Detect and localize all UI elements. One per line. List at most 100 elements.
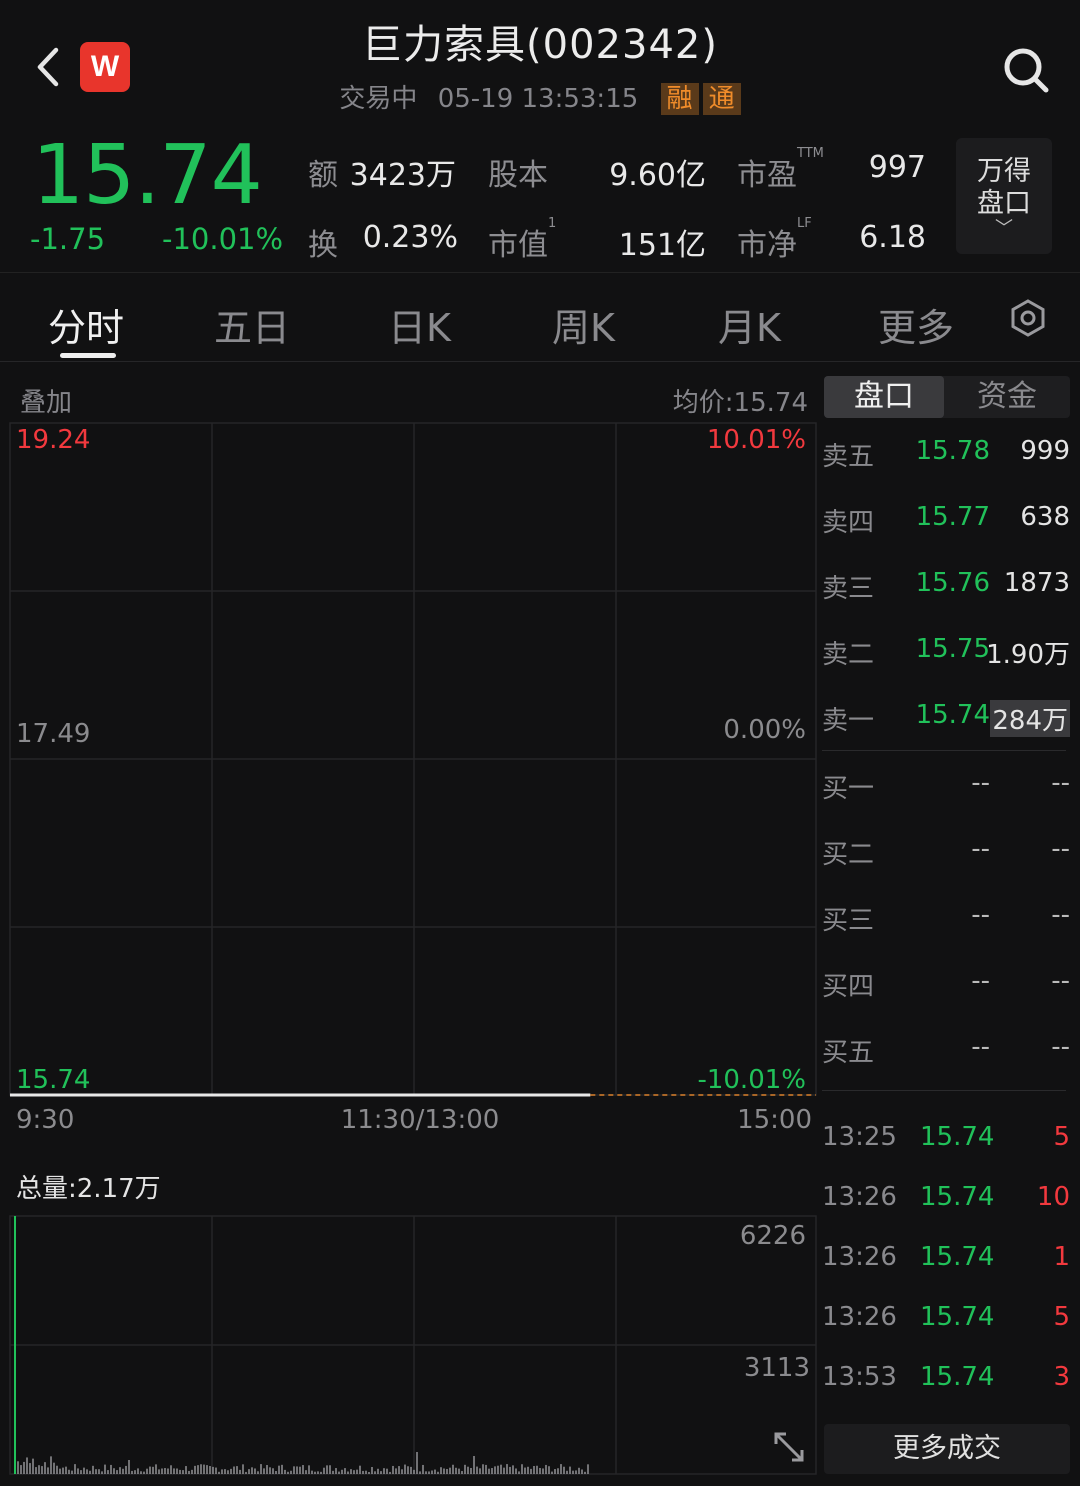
ask-row: 卖四 15.77 638 [822, 502, 1072, 542]
ask-volume: 638 [1020, 502, 1070, 532]
turnover-value: 0.23% [362, 220, 458, 255]
pb-label: 市净LF [737, 216, 812, 263]
tab-capital-flow[interactable]: 资金 [944, 376, 1070, 418]
bid-price: -- [971, 1032, 990, 1062]
ask-volume: 999 [1020, 436, 1070, 466]
expand-icon[interactable] [772, 1430, 806, 1464]
ask-price: 15.76 [915, 568, 990, 598]
bid-row: 买一 -- -- [822, 768, 1072, 808]
stock-title: 巨力索具(002342) [362, 22, 718, 68]
chart-tabs: 分时 五日 日K 周K 月K 更多 [0, 272, 1080, 362]
ask-row: 卖三 15.76 1873 [822, 568, 1072, 608]
tab-monthly-k[interactable]: 月K [718, 297, 781, 352]
pe-label: 市盈TTM [737, 146, 824, 193]
wind-orderbook-button[interactable]: 万得盘口 ﹀ [956, 138, 1052, 254]
tab-orderbook[interactable]: 盘口 [824, 376, 944, 418]
trading-status-row: 交易中 05-19 13:53:15 融通 [0, 78, 1080, 115]
active-tab-indicator [60, 353, 116, 358]
trading-datetime: 05-19 13:53:15 [437, 84, 639, 114]
turnover-label: 换 [308, 228, 338, 263]
intraday-chart[interactable]: 19.24 17.49 15.74 10.01% 0.00% -10.01% 9… [0, 420, 820, 1480]
pct-axis-bottom-label: -10.01% [697, 1065, 806, 1095]
trade-price: 15.74 [920, 1242, 995, 1272]
tab-five-day[interactable]: 五日 [214, 297, 290, 352]
overlay-button[interactable]: 叠加 [20, 382, 72, 419]
ask-price: 15.75 [915, 634, 990, 664]
total-volume-label: 总量:2.17万 [16, 1174, 161, 1204]
ask-price: 15.78 [915, 436, 990, 466]
bid-volume: -- [1051, 768, 1070, 798]
trade-volume: 5 [1053, 1122, 1070, 1152]
connect-tag: 通 [702, 83, 741, 115]
shares-label: 股本 [488, 158, 548, 193]
search-icon[interactable] [1000, 44, 1052, 96]
bid-row: 买五 -- -- [822, 1032, 1072, 1072]
tab-intraday[interactable]: 分时 [48, 297, 124, 352]
bid-label: 买二 [822, 840, 875, 870]
trade-volume: 10 [1036, 1182, 1070, 1212]
ask-label: 卖五 [822, 442, 875, 472]
trade-volume: 5 [1053, 1302, 1070, 1332]
bid-volume: -- [1051, 966, 1070, 996]
x-axis-start-label: 9:30 [16, 1105, 74, 1135]
more-trades-button[interactable]: 更多成交 [824, 1424, 1070, 1474]
trade-price: 15.74 [920, 1182, 995, 1212]
tab-more[interactable]: 更多 [878, 297, 954, 352]
x-axis-mid-label: 11:30/13:00 [341, 1105, 500, 1135]
amount-value: 3423万 [349, 158, 456, 193]
price-grid [9, 422, 817, 1096]
trade-volume: 1 [1053, 1242, 1070, 1272]
bid-price: -- [971, 834, 990, 864]
volume-axis-top-label: 6226 [740, 1221, 806, 1251]
pb-value: 6.18 [859, 220, 926, 255]
bid-volume: -- [1051, 1032, 1070, 1062]
trade-time: 13:53 [822, 1362, 897, 1392]
ask-row: 卖一 15.74 284万 [822, 700, 1072, 740]
trade-time: 13:26 [822, 1182, 897, 1212]
ask-label: 卖二 [822, 640, 875, 670]
y-axis-top-label: 19.24 [16, 425, 90, 455]
bid-label: 买三 [822, 906, 875, 936]
bid-volume: -- [1051, 834, 1070, 864]
trade-price: 15.74 [920, 1122, 995, 1152]
ask-label: 卖三 [822, 574, 875, 604]
y-axis-bottom-label: 15.74 [16, 1065, 90, 1095]
trade-time: 13:25 [822, 1122, 897, 1152]
bid-row: 买四 -- -- [822, 966, 1072, 1006]
chevron-down-icon: ﹀ [995, 218, 1013, 239]
wind-orderbook-label: 万得盘口 [977, 156, 1031, 219]
ask-row: 卖五 15.78 999 [822, 436, 1072, 476]
bid-row: 买二 -- -- [822, 834, 1072, 874]
mktcap-label: 市值1 [488, 216, 557, 263]
trading-status: 交易中 [339, 84, 418, 114]
bid-label: 买一 [822, 774, 875, 804]
ask-label: 卖四 [822, 508, 875, 538]
ask-label: 卖一 [822, 706, 875, 736]
price-change: -1.75 [30, 222, 106, 256]
tab-daily-k[interactable]: 日K [388, 297, 451, 352]
bid-label: 买五 [822, 1038, 875, 1068]
x-axis-end-label: 15:00 [737, 1105, 812, 1135]
bid-price: -- [971, 768, 990, 798]
price-change-percent: -10.01% [162, 222, 284, 256]
trade-volume: 3 [1053, 1362, 1070, 1392]
bid-label: 买四 [822, 972, 875, 1002]
volume-grid [9, 1215, 817, 1475]
ask-row: 卖二 15.75 1.90万 [822, 634, 1072, 674]
ask-price: 15.74 [915, 700, 990, 730]
ask-price: 15.77 [915, 502, 990, 532]
amount-label: 额 [308, 158, 338, 193]
trade-price: 15.74 [920, 1302, 995, 1332]
margin-tag: 融 [660, 83, 699, 115]
trade-time: 13:26 [822, 1302, 897, 1332]
tab-weekly-k[interactable]: 周K [552, 297, 615, 352]
trade-time: 13:26 [822, 1242, 897, 1272]
volume-axis-mid-label: 3113 [744, 1353, 810, 1383]
settings-icon[interactable] [1008, 298, 1048, 338]
pct-axis-mid-label: 0.00% [723, 715, 806, 745]
bid-price: -- [971, 966, 990, 996]
trade-price: 15.74 [920, 1362, 995, 1392]
ask-volume: 1.90万 [986, 640, 1070, 670]
last-price: 15.74 [32, 128, 263, 223]
bid-price: -- [971, 900, 990, 930]
